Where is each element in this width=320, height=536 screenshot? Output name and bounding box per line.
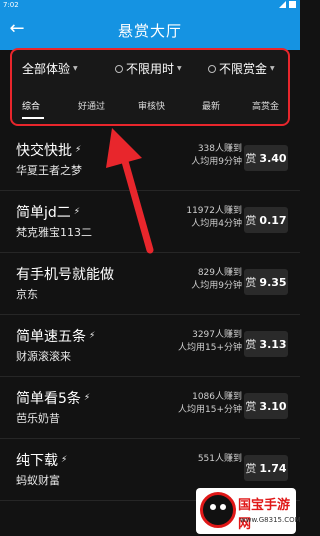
task-title: 简单看5条	[16, 391, 81, 407]
filter-experience-label: 全部体验	[22, 62, 71, 76]
chevron-down-icon: ▼	[270, 65, 275, 72]
reward-badge: 赏 3.10	[244, 393, 288, 419]
tab-latest[interactable]: 最新	[202, 99, 220, 112]
task-earned: 338人赚到	[197, 144, 242, 154]
status-time: 7:02	[3, 1, 19, 9]
task-earned: 551人赚到	[197, 454, 242, 464]
task-row[interactable]: 简单jd二 ⚡ 梵克雅宝113二 11972人赚到 人均用4分钟 赏 0.17	[0, 190, 300, 253]
task-avg-time: 人均用9分钟	[191, 281, 242, 291]
task-stats: 1086人赚到人均用15+分钟	[178, 391, 242, 417]
reward-amount: 0.17	[259, 213, 287, 227]
task-row[interactable]: 快交快批 ⚡ 华夏王者之梦 338人赚到 人均用9分钟 赏 3.40	[0, 128, 300, 191]
flash-icon: ⚡	[73, 207, 81, 217]
filter-reward-dropdown[interactable]: 不限赏金 ▼	[208, 60, 275, 77]
reward-badge: 赏 3.40	[244, 145, 288, 171]
task-row[interactable]: 简单看5条 ⚡ 芭乐奶昔 1086人赚到人均用15+分钟 赏 3.10	[0, 376, 300, 439]
tab-high-reward[interactable]: 高赏金	[252, 99, 279, 112]
task-publisher: 蚂蚁财富	[16, 474, 60, 487]
flash-icon: ⚡	[61, 455, 68, 465]
reward-label: 赏	[245, 152, 257, 165]
reward-amount: 3.13	[259, 337, 287, 351]
task-publisher: 芭乐奶昔	[16, 412, 60, 425]
flash-icon: ⚡	[89, 331, 96, 341]
coin-icon	[208, 64, 216, 73]
watermark-text: 国宝手游网	[238, 498, 291, 532]
task-title: 纯下载	[16, 453, 58, 469]
task-name: 快交快批 ⚡	[16, 140, 81, 160]
flash-icon: ⚡	[83, 393, 91, 403]
task-earned: 1086人赚到	[192, 392, 242, 402]
task-title: 有手机号就能做	[16, 267, 114, 283]
task-name: 简单jd二 ⚡	[16, 202, 80, 222]
reward-label: 赏	[245, 276, 257, 289]
task-earned: 829人赚到	[197, 268, 242, 278]
task-stats: 3297人赚到人均用15+分钟	[178, 329, 242, 355]
task-title: 简单速五条	[16, 329, 86, 345]
app-bar: ← 悬赏大厅	[0, 10, 300, 50]
filter-highlight-box: 全部体验 ▼ 不限用时 ▼ 不限赏金 ▼ 综合 好通过 审核快 最新 高赏金	[10, 48, 290, 126]
battery-icon	[289, 1, 296, 8]
task-name: 简单速五条 ⚡	[16, 326, 95, 346]
page-title: 悬赏大厅	[117, 22, 182, 40]
reward-label: 赏	[245, 214, 257, 227]
task-title: 快交快批	[16, 143, 72, 159]
panda-logo-icon	[200, 492, 236, 528]
task-name: 纯下载 ⚡	[16, 450, 67, 470]
reward-label: 赏	[245, 400, 257, 413]
task-earned: 11972人赚到	[186, 206, 242, 216]
task-stats: 338人赚到 人均用9分钟	[191, 143, 242, 169]
flash-icon: ⚡	[75, 145, 82, 155]
filter-time-dropdown[interactable]: 不限用时 ▼	[115, 60, 182, 77]
reward-badge: 赏 1.74	[244, 455, 288, 481]
task-earned: 3297人赚到	[192, 330, 242, 340]
status-icons	[279, 1, 296, 8]
filter-bar: 全部体验 ▼ 不限用时 ▼ 不限赏金 ▼	[12, 60, 287, 94]
task-stats: 551人赚到	[198, 453, 242, 466]
reward-badge: 赏 9.35	[244, 269, 288, 295]
reward-amount: 1.74	[259, 461, 287, 475]
task-row[interactable]: 有手机号就能做 京东 829人赚到 人均用9分钟 赏 9.35	[0, 252, 300, 315]
task-name: 简单看5条 ⚡	[16, 388, 90, 408]
active-tab-indicator	[22, 117, 44, 119]
task-publisher: 华夏王者之梦	[16, 164, 82, 177]
task-publisher: 梵克雅宝113二	[16, 226, 92, 239]
task-title: 简单jd二	[16, 205, 71, 221]
task-name: 有手机号就能做	[16, 264, 114, 284]
task-avg-time: 人均用15+分钟	[178, 343, 242, 353]
task-stats: 829人赚到 人均用9分钟	[191, 267, 242, 293]
tab-easy-pass[interactable]: 好通过	[78, 99, 105, 112]
watermark-url: www.G8315.COM	[240, 516, 301, 524]
task-publisher: 京东	[16, 288, 38, 301]
task-row[interactable]: 简单速五条 ⚡ 财源滚滚来 3297人赚到人均用15+分钟 赏 3.13	[0, 314, 300, 377]
reward-badge: 赏 0.17	[244, 207, 288, 233]
reward-amount: 3.10	[259, 399, 287, 413]
signal-icon	[279, 1, 286, 8]
filter-experience-dropdown[interactable]: 全部体验 ▼	[22, 60, 78, 77]
tab-fast-review[interactable]: 审核快	[138, 99, 165, 112]
task-publisher: 财源滚滚来	[16, 350, 71, 363]
sort-tabs: 综合 好通过 审核快 最新 高赏金	[12, 99, 287, 121]
tab-comprehensive[interactable]: 综合	[22, 99, 40, 112]
task-avg-time: 人均用4分钟	[191, 219, 242, 229]
reward-amount: 3.40	[259, 151, 287, 165]
task-avg-time: 人均用9分钟	[191, 157, 242, 167]
chevron-down-icon: ▼	[177, 65, 182, 72]
reward-label: 赏	[245, 338, 257, 351]
task-avg-time: 人均用15+分钟	[178, 405, 242, 415]
chevron-down-icon: ▼	[73, 65, 78, 72]
filter-reward-label: 不限赏金	[219, 62, 268, 76]
task-stats: 11972人赚到 人均用4分钟	[186, 205, 242, 231]
filter-time-label: 不限用时	[126, 62, 175, 76]
site-watermark: 国宝手游网 www.G8315.COM	[196, 488, 301, 534]
reward-label: 赏	[245, 462, 257, 475]
clock-icon	[115, 64, 123, 73]
reward-amount: 9.35	[259, 275, 287, 289]
status-bar: 7:02	[0, 0, 300, 10]
reward-badge: 赏 3.13	[244, 331, 288, 357]
